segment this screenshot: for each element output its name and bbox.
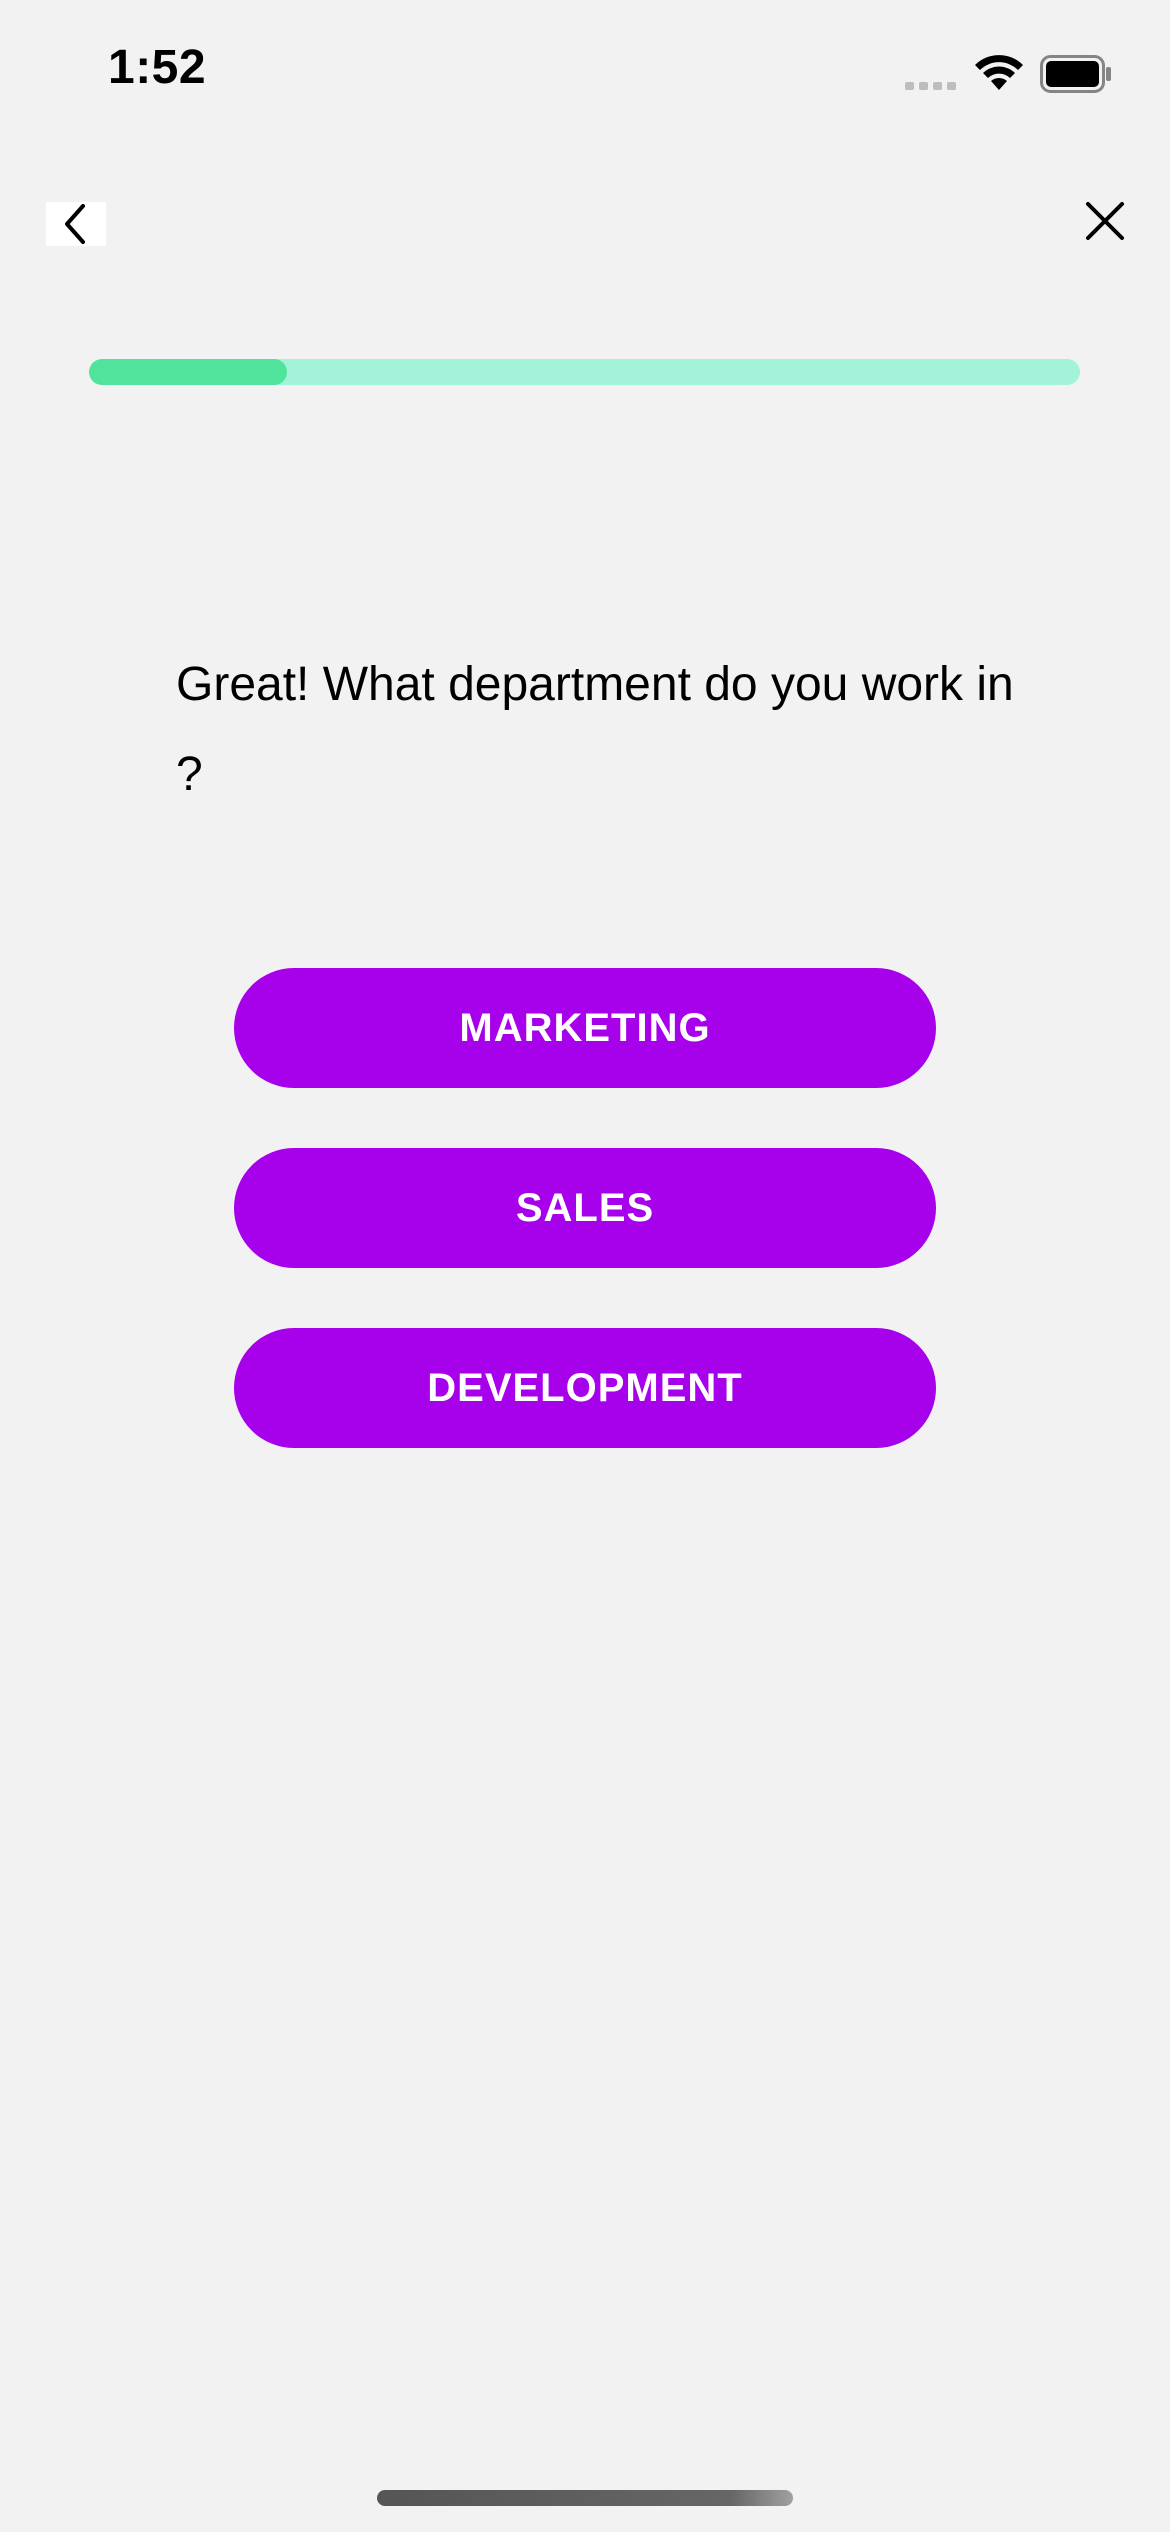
- status-bar: 1:52: [0, 0, 1170, 140]
- department-options: MARKETING SALES DEVELOPMENT: [234, 968, 936, 1448]
- status-time: 1:52: [108, 41, 207, 94]
- close-icon: [1086, 202, 1124, 240]
- nav-bar: [0, 180, 1170, 280]
- home-indicator[interactable]: [377, 2490, 793, 2506]
- question-text: Great! What department do you work in ?: [176, 658, 1014, 801]
- cellular-signal-icon: [905, 82, 956, 90]
- back-button[interactable]: [46, 202, 106, 246]
- sales-button[interactable]: SALES: [234, 1148, 936, 1268]
- development-button[interactable]: DEVELOPMENT: [234, 1328, 936, 1448]
- chevron-left-icon: [65, 204, 85, 244]
- progress-bar: [89, 359, 1080, 385]
- battery-icon: [1040, 55, 1111, 93]
- progress-fill: [89, 359, 288, 385]
- wifi-icon: [975, 55, 1023, 90]
- marketing-button[interactable]: MARKETING: [234, 968, 936, 1088]
- close-button[interactable]: [1080, 196, 1130, 246]
